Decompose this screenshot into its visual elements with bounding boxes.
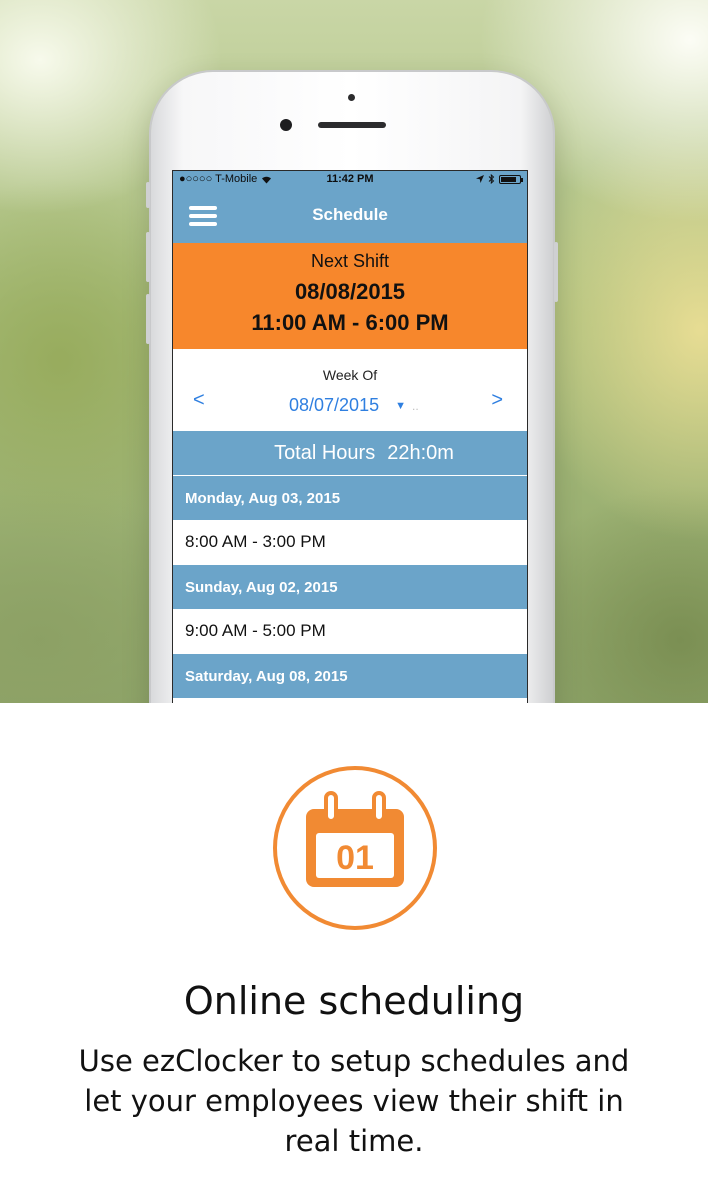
navigation-bar: Schedule [173, 187, 527, 243]
next-shift-time-range: 11:00 AM - 6:00 PM [251, 310, 449, 335]
status-bar: ●○○○○ T-Mobile 11:42 PM [173, 171, 527, 187]
next-shift-label: Next Shift [310, 251, 390, 271]
proximity-sensor [348, 94, 355, 101]
calendar-icon: 01 [273, 766, 437, 930]
hamburger-menu-icon[interactable] [189, 206, 217, 226]
clock: 11:42 PM [326, 173, 374, 185]
total-hours-value: 22h:0m [387, 441, 454, 464]
total-hours-bar: Total Hours 22h:0m [173, 431, 527, 475]
feature-section: 01 Online scheduling Use ezClocker to se… [0, 703, 708, 1198]
power-button [554, 242, 558, 302]
volume-down-button [146, 294, 150, 344]
next-shift-date: 08/08/2015 [294, 279, 406, 304]
phone-screen: ●○○○○ T-Mobile 11:42 PM Schedule Next Sh… [172, 170, 528, 703]
hero-background: ●○○○○ T-Mobile 11:42 PM Schedule Next Sh… [0, 0, 708, 703]
mute-switch [146, 182, 150, 208]
week-date-picker[interactable]: 08/07/2015 ▼ .. [289, 395, 419, 416]
feature-title: Online scheduling [183, 979, 525, 1023]
week-date-value: 08/07/2015 [289, 395, 380, 415]
shift-row[interactable]: 8:00 AM - 3:00 PM [173, 520, 527, 564]
ellipsis-icon: .. [411, 398, 419, 413]
day-header: Sunday, Aug 02, 2015 [173, 564, 527, 609]
calendar-icon-text: 01 [336, 839, 374, 877]
feature-description: Use ezClocker to setup schedules and let… [78, 1044, 630, 1158]
battery-icon [499, 174, 523, 184]
total-hours-label: Total Hours [274, 441, 376, 464]
shift-row[interactable]: 9:00 AM - 5:00 PM [173, 609, 527, 653]
day-header: Saturday, Aug 08, 2015 [173, 653, 527, 698]
week-of-label: Week Of [322, 367, 378, 383]
day-header: Monday, Aug 03, 2015 [173, 475, 527, 520]
phone-frame: ●○○○○ T-Mobile 11:42 PM Schedule Next Sh… [146, 72, 558, 703]
previous-week-button[interactable]: < [193, 389, 205, 412]
next-week-button[interactable]: > [491, 389, 503, 412]
next-shift-panel: Next Shift 08/08/2015 11:00 AM - 6:00 PM [173, 243, 527, 349]
volume-up-button [146, 232, 150, 282]
page-title: Schedule [312, 205, 388, 224]
week-selector: Week Of < 08/07/2015 ▼ .. > [173, 349, 527, 431]
dropdown-caret-icon: ▼ [395, 399, 406, 412]
earpiece-speaker [318, 122, 386, 128]
front-camera [280, 119, 292, 131]
